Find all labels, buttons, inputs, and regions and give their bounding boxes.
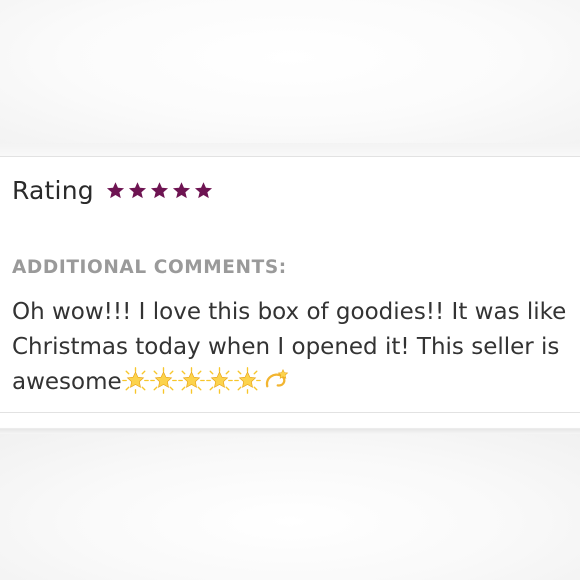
comment-emojis xyxy=(121,367,290,395)
review-card: Rating ADDITIONAL COMMENTS: Oh wow!!! I … xyxy=(0,156,580,413)
glowing-star-emoji xyxy=(121,367,149,394)
additional-comments-heading: ADDITIONAL COMMENTS: xyxy=(12,257,287,278)
card-top-edge xyxy=(0,143,580,156)
card-bottom-edge xyxy=(0,413,580,434)
star-icon xyxy=(150,182,168,199)
blurred-background-bottom xyxy=(0,434,580,580)
glowing-star-emoji xyxy=(149,367,177,394)
star-icon xyxy=(106,182,124,199)
blurred-background-top xyxy=(0,0,580,143)
rating-row: Rating xyxy=(12,176,213,205)
glowing-star-emoji xyxy=(205,367,233,394)
rating-stars xyxy=(106,181,213,200)
dizzy-emoji xyxy=(265,369,288,388)
star-icon xyxy=(194,182,212,199)
comment-text: Oh wow!!! I love this box of goodies!! I… xyxy=(12,295,572,400)
glowing-star-emoji xyxy=(177,367,205,394)
star-icon xyxy=(172,182,190,199)
star-icon xyxy=(128,182,146,199)
glowing-star-emoji xyxy=(233,367,261,394)
rating-label: Rating xyxy=(12,176,94,205)
